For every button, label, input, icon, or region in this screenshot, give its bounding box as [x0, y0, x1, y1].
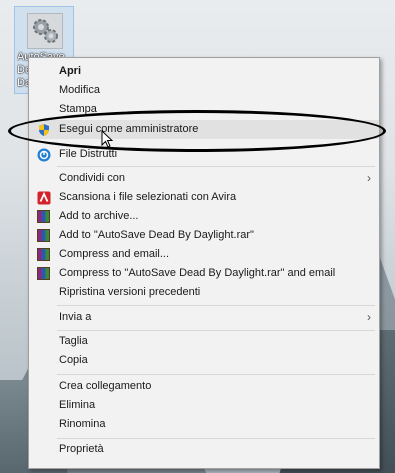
chevron-right-icon: ›: [367, 171, 371, 185]
gear-settings-icon: [27, 13, 63, 49]
menu-item-label: Apri: [59, 65, 81, 77]
menu-item-condividi-con[interactable]: Condividi con ›: [29, 169, 379, 188]
menu-item-apri[interactable]: Apri: [29, 62, 379, 81]
menu-item-label: Rinomina: [59, 418, 106, 430]
menu-item-label: Add to archive...: [59, 210, 139, 222]
winrar-icon: [37, 210, 51, 224]
menu-separator: [57, 374, 375, 375]
menu-item-label: Elimina: [59, 399, 96, 411]
menu-item-ripristina-versioni[interactable]: Ripristina versioni precedenti: [29, 283, 379, 302]
menu-item-label: Stampa: [59, 103, 97, 115]
menu-item-esegui-come-amministratore[interactable]: Esegui come amministratore: [29, 120, 379, 139]
menu-item-invia-a[interactable]: Invia a ›: [29, 308, 379, 327]
menu-item-compress-and-email[interactable]: Compress and email...: [29, 245, 379, 264]
menu-item-rinomina[interactable]: Rinomina: [29, 415, 379, 434]
context-menu: Apri Modifica Stampa Esegui come amminis…: [28, 57, 380, 469]
menu-separator: [57, 166, 375, 167]
uac-shield-icon: [37, 123, 51, 137]
menu-item-label: Invia a: [59, 311, 92, 323]
menu-item-label: Copia: [59, 354, 88, 366]
mouse-cursor-icon: [101, 130, 114, 148]
menu-item-label: Proprietà: [59, 443, 104, 455]
menu-item-avira-scan[interactable]: Scansiona i file selezionati con Avira: [29, 188, 379, 207]
winrar-icon: [37, 248, 51, 262]
menu-item-copia[interactable]: Copia: [29, 351, 379, 370]
menu-item-label: Add to "AutoSave Dead By Daylight.rar": [59, 229, 254, 241]
menu-item-label: Compress and email...: [59, 248, 170, 260]
menu-item-crea-collegamento[interactable]: Crea collegamento: [29, 377, 379, 396]
menu-item-stampa[interactable]: Stampa: [29, 100, 379, 119]
menu-separator: [57, 330, 375, 331]
menu-item-add-to-rar[interactable]: Add to "AutoSave Dead By Daylight.rar": [29, 226, 379, 245]
menu-item-file-distrutti[interactable]: File Distrutti: [29, 145, 379, 164]
winrar-icon: [37, 229, 51, 243]
menu-item-label: Compress to "AutoSave Dead By Daylight.r…: [59, 267, 336, 279]
menu-item-modifica[interactable]: Modifica: [29, 81, 379, 100]
file-shredder-icon: [37, 148, 51, 162]
menu-item-label: Crea collegamento: [59, 380, 152, 392]
menu-separator: [57, 438, 375, 439]
menu-item-compress-to-rar-and-email[interactable]: Compress to "AutoSave Dead By Daylight.r…: [29, 264, 379, 283]
menu-separator: [57, 305, 375, 306]
menu-item-label: Condividi con: [59, 172, 126, 184]
menu-item-taglia[interactable]: Taglia: [29, 332, 379, 351]
menu-item-proprieta[interactable]: Proprietà: [29, 440, 379, 459]
menu-item-add-to-archive[interactable]: Add to archive...: [29, 207, 379, 226]
avira-icon: [37, 191, 51, 205]
menu-item-label: Scansiona i file selezionati con Avira: [59, 191, 237, 203]
menu-item-label: Taglia: [59, 335, 88, 347]
menu-item-label: Modifica: [59, 84, 100, 96]
chevron-right-icon: ›: [367, 310, 371, 324]
winrar-icon: [37, 267, 51, 281]
menu-item-label: Esegui come amministratore: [59, 123, 199, 135]
menu-item-label: Ripristina versioni precedenti: [59, 286, 201, 298]
menu-item-elimina[interactable]: Elimina: [29, 396, 379, 415]
